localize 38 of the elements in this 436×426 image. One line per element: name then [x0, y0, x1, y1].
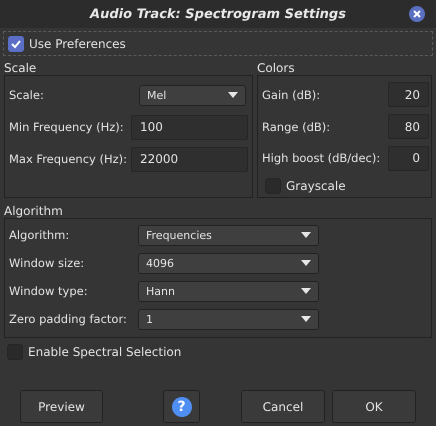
field-label: Range (dB): [262, 120, 330, 134]
checkbox-label: Use Preferences [29, 36, 126, 50]
input-field[interactable]: 0 [388, 146, 429, 171]
input-field[interactable]: 22000 [131, 146, 248, 172]
close-icon[interactable] [409, 6, 425, 22]
field-label: Algorithm: [9, 228, 70, 242]
field-label: Max Frequency (Hz): [9, 152, 128, 166]
field-label: Window type: [9, 284, 88, 298]
help-icon: ? [172, 396, 192, 416]
dropdown[interactable]: Hann [138, 280, 319, 302]
group-title: Algorithm [4, 205, 64, 218]
group-title: Scale [4, 62, 38, 75]
window-title: Audio Track: Spectrogram Settings [90, 6, 346, 22]
dropdown[interactable]: 4096 [138, 252, 319, 274]
checkbox-label: Enable Spectral Selection [28, 345, 182, 359]
checkbox-label: Grayscale [286, 179, 346, 194]
dropdown[interactable]: 1 [138, 308, 319, 330]
caret-icon [301, 288, 311, 294]
button[interactable]: Preview [20, 390, 103, 423]
input-field[interactable]: 20 [388, 82, 429, 108]
field-label: Gain (dB): [262, 88, 320, 102]
input-field[interactable]: 100 [131, 114, 248, 140]
dropdown[interactable]: Frequencies [138, 224, 319, 246]
field-label: High boost (dB/dec): [262, 151, 380, 166]
checkbox[interactable] [8, 36, 24, 52]
caret-icon [228, 92, 238, 98]
field-label: Window size: [9, 256, 84, 270]
field-label: Scale: [9, 88, 44, 102]
field-label: Zero padding factor: [9, 312, 127, 326]
field-label: Min Frequency (Hz): [9, 120, 124, 134]
caret-icon [301, 232, 311, 238]
input-field[interactable]: 80 [388, 114, 429, 139]
button[interactable]: Cancel [241, 390, 325, 423]
group-title: Colors [257, 62, 296, 75]
button[interactable]: OK [332, 390, 416, 423]
dropdown[interactable]: Mel [139, 84, 246, 106]
caret-icon [301, 260, 311, 266]
caret-icon [301, 316, 311, 322]
